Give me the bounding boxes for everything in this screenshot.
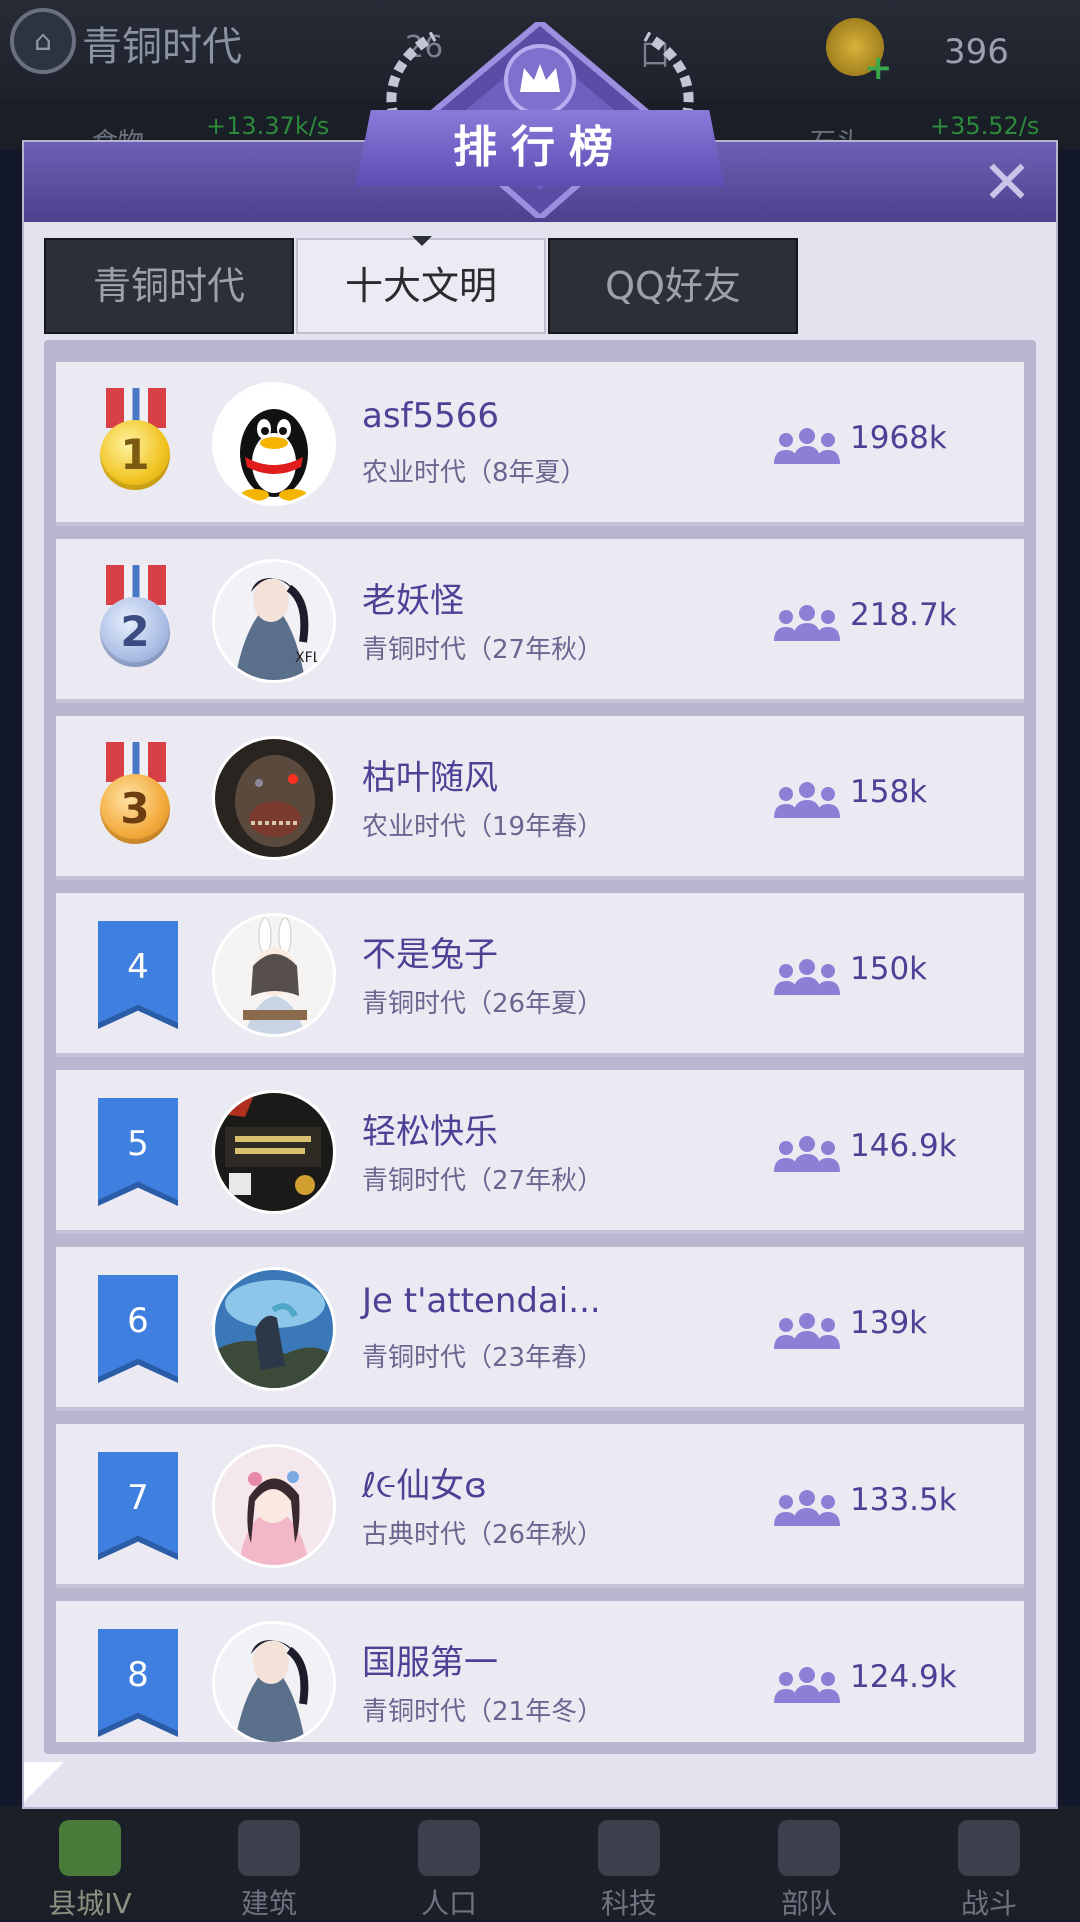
player-name: 国服第一 xyxy=(362,1643,498,1683)
player-name: 不是兔子 xyxy=(362,935,498,975)
player-name: ℓ૯仙女ɞ xyxy=(362,1458,487,1507)
close-icon[interactable]: ✕ xyxy=(976,152,1038,214)
player-score: 1968k xyxy=(850,420,947,456)
ranking-row[interactable]: 7 ℓ૯仙女ɞ 古典时代（26年秋） 133.5k xyxy=(56,1424,1024,1588)
avatar[interactable]: XFL xyxy=(212,559,336,683)
population-unit: 口 xyxy=(640,38,670,73)
tab-bronze-age[interactable]: 青铜时代 xyxy=(44,238,294,334)
avatar[interactable] xyxy=(212,1267,336,1391)
tab-bar: 青铜时代 十大文明 QQ好友 xyxy=(44,238,798,334)
ranking-list[interactable]: 1 asf5566 农业时代（8年夏） 1968k 2 XFL 老妖怪 青铜时代… xyxy=(56,362,1024,1742)
house-icon xyxy=(238,1820,300,1876)
ranking-row[interactable]: 5 轻松快乐 青铜时代（27年秋） 146.9k xyxy=(56,1070,1024,1234)
coin-count: 396 xyxy=(944,32,1009,72)
player-score: 158k xyxy=(850,774,928,810)
swords-icon xyxy=(958,1820,1020,1876)
silver-medal-icon: 2 xyxy=(100,565,172,671)
player-name-text: 仙女 xyxy=(396,1466,465,1506)
ranking-row[interactable]: 1 asf5566 农业时代（8年夏） 1968k xyxy=(56,362,1024,526)
people-icon xyxy=(774,1136,840,1172)
player-name: 老妖怪 xyxy=(362,581,464,621)
people-icon xyxy=(774,605,840,641)
player-era: 青铜时代（21年冬） xyxy=(362,1697,604,1727)
nav-label: 县城IV xyxy=(48,1887,132,1920)
food-rate: +13.37k/s xyxy=(206,112,330,140)
ranking-row[interactable]: 8 国服第一 青铜时代（21年冬） 124.9k xyxy=(56,1601,1024,1742)
nav-troops[interactable]: 部队 xyxy=(734,1806,884,1920)
avatar[interactable] xyxy=(212,1444,336,1568)
tab-top-ten[interactable]: 十大文明 xyxy=(296,238,546,334)
ranking-row[interactable]: 6 Je t'attendai... 青铜时代（23年春） 139k xyxy=(56,1247,1024,1411)
rank-number: 1 xyxy=(100,420,170,490)
player-era: 青铜时代（26年夏） xyxy=(362,989,604,1019)
active-tab-indicator xyxy=(412,236,432,246)
svg-text:XFL: XFL xyxy=(295,650,321,666)
player-score: 124.9k xyxy=(850,1659,957,1695)
nav-label: 建筑 xyxy=(240,1887,297,1920)
book-icon xyxy=(598,1820,660,1876)
avatar[interactable] xyxy=(212,1621,336,1742)
era-icon[interactable]: ⌂ xyxy=(10,8,76,74)
avatar[interactable] xyxy=(212,1090,336,1214)
nav-battle[interactable]: 战斗 xyxy=(914,1806,1064,1920)
tab-qq-friends[interactable]: QQ好友 xyxy=(548,238,798,334)
banner-icon xyxy=(778,1820,840,1876)
nav-population[interactable]: 人口 xyxy=(374,1806,524,1920)
stone-rate: +35.52/s xyxy=(930,112,1040,140)
avatar[interactable] xyxy=(212,736,336,860)
player-name: asf5566 xyxy=(362,396,500,436)
add-coin-icon[interactable]: + xyxy=(864,48,893,88)
nav-label: 科技 xyxy=(600,1887,657,1920)
player-score: 146.9k xyxy=(850,1128,957,1164)
people-icon xyxy=(774,959,840,995)
nav-label: 战斗 xyxy=(960,1887,1017,1920)
player-name: Je t'attendai... xyxy=(362,1281,601,1321)
nav-label: 人口 xyxy=(420,1887,477,1920)
player-score: 150k xyxy=(850,951,928,987)
avatar[interactable] xyxy=(212,382,336,506)
player-name: 轻松快乐 xyxy=(362,1112,498,1152)
rank-number: 3 xyxy=(100,774,170,844)
corner-marker xyxy=(24,1762,64,1802)
bronze-medal-icon: 3 xyxy=(100,742,172,848)
player-score: 218.7k xyxy=(850,597,957,633)
player-era: 青铜时代（27年秋） xyxy=(362,1166,604,1196)
nav-tech[interactable]: 科技 xyxy=(554,1806,704,1920)
dialog-title: 排行榜 xyxy=(453,122,627,173)
era-title: 青铜时代 xyxy=(82,24,242,70)
nav-label: 部队 xyxy=(780,1887,837,1920)
player-score: 139k xyxy=(850,1305,928,1341)
gold-medal-icon: 1 xyxy=(100,388,172,494)
people-icon xyxy=(774,428,840,464)
player-era: 古典时代（26年秋） xyxy=(362,1520,604,1550)
people-icon xyxy=(774,1490,840,1526)
nav-buildings[interactable]: 建筑 xyxy=(194,1806,344,1920)
player-era: 农业时代（19年春） xyxy=(362,812,604,842)
people-icon xyxy=(774,1313,840,1349)
castle-icon xyxy=(59,1820,121,1876)
rank-number: 2 xyxy=(100,597,170,667)
player-era: 农业时代（8年夏） xyxy=(362,458,587,488)
swirl-left-icon: ℓ૯ xyxy=(362,1466,397,1506)
person-icon xyxy=(418,1820,480,1876)
player-name: 枯叶随风 xyxy=(362,758,498,798)
ranking-row[interactable]: 4 不是兔子 青铜时代（26年夏） 150k xyxy=(56,893,1024,1057)
people-icon xyxy=(774,1667,840,1703)
player-score: 133.5k xyxy=(850,1482,957,1518)
player-era: 青铜时代（23年春） xyxy=(362,1343,604,1373)
people-icon xyxy=(774,782,840,818)
ranking-row[interactable]: 3 枯叶随风 农业时代（19年春） 158k xyxy=(56,716,1024,880)
swirl-right-icon: ɞ xyxy=(464,1466,487,1506)
ranking-row[interactable]: 2 XFL 老妖怪 青铜时代（27年秋） 218.7k xyxy=(56,539,1024,703)
player-era: 青铜时代（27年秋） xyxy=(362,635,604,665)
avatar[interactable] xyxy=(212,913,336,1037)
nav-county[interactable]: 县城IV xyxy=(15,1806,165,1920)
population-value: 26 xyxy=(405,30,444,65)
